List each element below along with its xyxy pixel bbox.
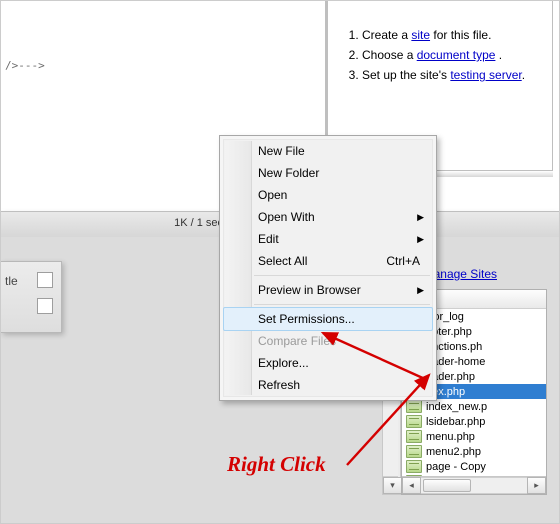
menu-item-label: Set Permissions... [258,312,355,326]
menu-item[interactable]: Set Permissions... [223,307,433,331]
scroll-left-button[interactable]: ◂ [402,477,421,494]
horizontal-scrollbar[interactable]: ◂ ▸ [402,476,546,494]
menu-item[interactable]: Select All Ctrl+A [224,250,432,272]
menu-item[interactable]: Refresh [224,374,432,396]
help-link[interactable]: site [411,28,430,42]
menu-item[interactable]: Edit ▶ [224,228,432,250]
submenu-arrow-icon: ▶ [417,234,424,245]
file-icon [406,400,422,413]
menu-item[interactable]: New File [224,140,432,162]
menu-item-label: Preview in Browser [258,283,361,297]
menu-item[interactable]: Explore... [224,352,432,374]
file-name: menu2.php [426,446,481,458]
menu-shortcut: Ctrl+A [386,254,420,268]
partial-panel: tle [1,261,62,333]
scroll-right-button[interactable]: ▸ [527,477,546,494]
help-link[interactable]: document type [417,48,496,62]
file-icon [406,460,422,473]
file-icon [406,415,422,428]
menu-item-label: Compare Files [258,334,336,348]
menu-item-label: Explore... [258,356,309,370]
help-link[interactable]: testing server [450,68,521,82]
menu-item[interactable]: Open With ▶ [224,206,432,228]
menu-item-label: Select All [258,254,307,268]
partial-panel-label: tle [5,274,18,288]
status-file-info: 1K / 1 sec [174,217,223,229]
chevron-left-icon: ◂ [409,480,414,491]
help-steps-list: Create a site for this file. Choose a doc… [362,27,540,84]
context-menu[interactable]: New File New Folder Open Open With ▶ Edit ▶ Sel… [219,135,437,401]
menu-item-label: Refresh [258,378,300,392]
menu-item-label: Open With [258,210,315,224]
file-name: lsidebar.php [426,416,485,428]
annotation-label: Right Click [227,452,326,477]
menu-item: Compare Files [224,330,432,352]
chevron-down-icon: ▾ [390,480,395,491]
chevron-right-icon: ▸ [534,480,539,491]
menu-item-label: Open [258,188,287,202]
help-step: Choose a document type . [362,47,540,63]
file-row[interactable]: lsidebar.php [402,414,546,429]
menu-item[interactable]: Open [224,184,432,206]
menu-item-label: New Folder [258,166,319,180]
file-name: index_new.p [426,401,487,413]
checkbox-1[interactable] [37,272,53,288]
menu-separator [254,304,430,305]
help-step: Set up the site's testing server. [362,67,540,83]
scroll-thumb[interactable] [423,479,471,492]
submenu-arrow-icon: ▶ [417,285,424,296]
code-snippet: />---> [1,1,325,72]
file-icon [406,430,422,443]
help-step: Create a site for this file. [362,27,540,43]
menu-item[interactable]: New Folder [224,162,432,184]
file-icon [406,445,422,458]
menu-item[interactable]: Preview in Browser ▶ [224,279,432,301]
menu-item-label: Edit [258,232,279,246]
file-row[interactable]: index_new.p [402,399,546,414]
file-row[interactable]: menu.php [402,429,546,444]
menu-separator [254,275,430,276]
menu-item-label: New File [258,144,305,158]
scroll-track[interactable] [421,477,527,494]
file-row[interactable]: page - Copy [402,459,546,474]
file-name: page - Copy [426,461,486,473]
checkbox-2[interactable] [37,298,53,314]
scroll-down-button[interactable]: ▾ [383,477,402,494]
file-row[interactable]: menu2.php [402,444,546,459]
file-name: menu.php [426,431,475,443]
submenu-arrow-icon: ▶ [417,212,424,223]
